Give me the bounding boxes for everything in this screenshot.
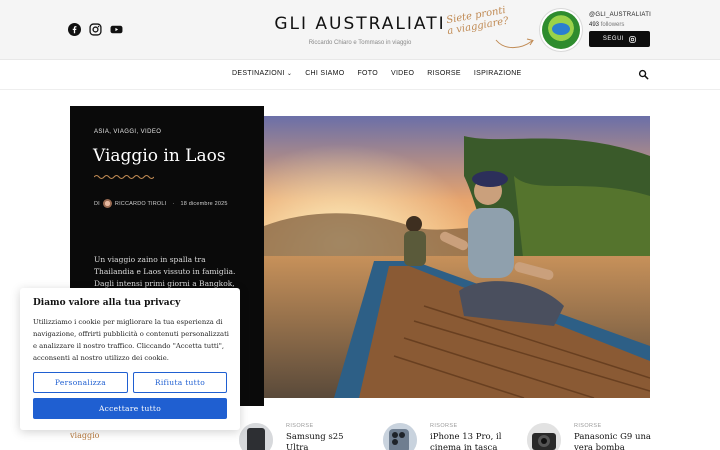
chevron-down-icon: ⌄ (286, 71, 293, 77)
nav-item-risorse[interactable]: RISORSE (427, 70, 461, 77)
instagram-icon[interactable] (89, 23, 102, 36)
follow-button-label: SEGUI (602, 36, 625, 42)
nav-item-chi-siamo[interactable]: CHI SIAMO (305, 70, 344, 77)
brand[interactable]: GLI AUSTRALIATI Riccardo Chiaro e Tommas… (270, 14, 450, 46)
author-avatar (102, 199, 112, 208)
follow-button[interactable]: SEGUI (589, 31, 650, 47)
cookie-body: Utilizziamo i cookie per migliorare la t… (33, 318, 229, 362)
related-category[interactable]: RISORSE (574, 423, 602, 429)
instagram-icon (629, 35, 636, 43)
author-name[interactable]: RICCARDO TIROLI (115, 201, 167, 207)
related-thumbnail[interactable] (527, 423, 561, 450)
related-title[interactable]: Samsung s25 Ultra (286, 432, 366, 450)
followers-count: 493 followers (589, 22, 625, 28)
hero-photo (264, 116, 650, 398)
search-icon[interactable] (638, 69, 649, 80)
related-thumbnail[interactable] (239, 423, 273, 450)
post-categories[interactable]: ASIA, VIAGGI, VIDEO (94, 129, 161, 135)
related-category[interactable]: RISORSE (286, 423, 314, 429)
related-thumbnail[interactable] (383, 423, 417, 450)
site-header: GLI AUSTRALIATI Riccardo Chiaro e Tommas… (0, 0, 720, 60)
site-title[interactable]: GLI AUSTRALIATI (270, 14, 450, 34)
related-title[interactable]: Panasonic G9 una vera bomba (574, 432, 654, 450)
cookie-consent-banner: Diamo valore alla tua privacy Utilizziam… (20, 288, 240, 430)
accept-all-button[interactable]: Accettare tutto (33, 398, 227, 419)
instagram-handle[interactable]: @GLI_AUSTRALIATI (589, 12, 651, 18)
nav-item-foto[interactable]: FOTO (357, 70, 378, 77)
post-title[interactable]: Viaggio in Laos (93, 146, 226, 166)
post-date: 18 dicembre 2025 (180, 200, 228, 207)
related-title[interactable]: iPhone 13 Pro, il cinema in tasca (430, 432, 510, 450)
main-nav: DESTINAZIONI ⌄ CHI SIAMO FOTO VIDEO RISO… (0, 60, 720, 90)
curved-arrow-icon (495, 38, 534, 49)
wave-divider (94, 175, 154, 179)
nav-item-ispirazione[interactable]: ISPIRAZIONE (474, 70, 522, 77)
customize-button[interactable]: Personalizza (33, 372, 128, 393)
instagram-avatar[interactable] (542, 11, 580, 49)
cookie-heading: Diamo valore alla tua privacy (33, 298, 181, 308)
youtube-icon[interactable] (110, 23, 123, 36)
related-category[interactable]: RISORSE (430, 423, 458, 429)
post-byline: DI RICCARDO TIROLI · 18 dicembre 2025 (94, 199, 228, 208)
hero-image[interactable] (264, 116, 650, 398)
nav-item-video[interactable]: VIDEO (391, 70, 414, 77)
instagram-profile: @GLI_AUSTRALIATI 493 followers (589, 12, 651, 28)
facebook-icon[interactable] (68, 23, 81, 36)
reject-all-button[interactable]: Rifiuta tutto (133, 372, 227, 393)
nav-item-destinazioni[interactable]: DESTINAZIONI ⌄ (232, 70, 292, 77)
site-tagline: Riccardo Chiaro e Tommaso in viaggio (308, 40, 412, 46)
post-snippet[interactable]: viaggio (70, 431, 99, 440)
social-links (68, 23, 123, 36)
